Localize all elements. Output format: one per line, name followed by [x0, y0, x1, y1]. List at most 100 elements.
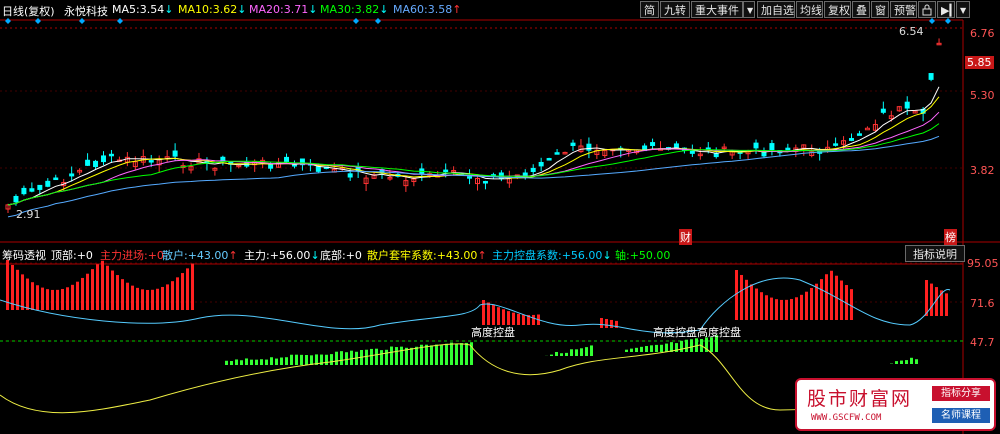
green-bar-1-565 — [565, 352, 568, 356]
candle-body-8 — [69, 173, 75, 177]
indicator-axis-b: 71.6 — [970, 297, 995, 310]
red-bar-0-131 — [131, 285, 134, 310]
finance-event-mark[interactable]: 财 — [679, 229, 692, 245]
red-bar-3-815 — [815, 283, 818, 320]
green-bar-0-270 — [270, 357, 273, 365]
candle-body-68 — [546, 158, 552, 161]
green-bar-1-590 — [590, 345, 593, 356]
red-bar-0-46 — [46, 289, 49, 310]
price-axis-top: 6.76 — [970, 27, 995, 40]
green-bar-0-280 — [280, 357, 283, 365]
candle-body-35 — [284, 156, 290, 162]
red-bar-0-21 — [21, 274, 24, 310]
green-bar-0-245 — [245, 358, 248, 365]
candle-body-69 — [554, 152, 560, 155]
red-bar-0-86 — [86, 273, 89, 310]
green-bar-0-365 — [365, 349, 368, 365]
green-bar-0-450 — [450, 342, 453, 365]
green-bar-0-260 — [260, 359, 263, 365]
red-bar-0-101 — [101, 260, 104, 310]
green-bar-0-455 — [455, 343, 458, 365]
field-bottom: 底部:+0 — [320, 249, 362, 262]
red-bar-0-116 — [116, 275, 119, 310]
annotation-high-control-1: 高度控盘 — [471, 326, 515, 339]
red-bar-0-141 — [141, 289, 144, 310]
green-bar-0-240 — [240, 360, 243, 365]
indicator-name[interactable]: 筹码透视 — [2, 247, 46, 263]
red-bar-0-96 — [96, 264, 99, 310]
red-bar-3-740 — [740, 274, 743, 320]
green-bar-0-325 — [325, 354, 328, 365]
green-bar-0-295 — [295, 354, 298, 365]
green-bar-0-435 — [435, 344, 438, 365]
candle-body-98 — [785, 147, 791, 151]
green-bar-2-650 — [650, 345, 653, 352]
red-bar-3-800 — [800, 294, 803, 320]
red-bar-0-171 — [171, 281, 174, 310]
watermark-tag-course: 名师课程 — [932, 408, 990, 423]
red-bar-3-825 — [825, 274, 828, 320]
annotation-high-control-2: 高度控盘高度控盘 — [653, 326, 741, 339]
candle-body-1 — [13, 195, 19, 203]
field-main-entry: 主力进场:+0 — [100, 249, 164, 262]
red-bar-0-106 — [106, 265, 109, 310]
green-bar-0-305 — [305, 354, 308, 365]
red-bar-4-925 — [925, 280, 928, 316]
red-bar-0-66 — [66, 287, 69, 310]
field-top: 顶部:+0 — [51, 249, 93, 262]
green-bar-2-630 — [630, 348, 633, 352]
green-bar-0-390 — [390, 346, 393, 365]
red-bar-0-146 — [146, 289, 149, 310]
green-bar-0-335 — [335, 351, 338, 365]
candle-body-89 — [713, 153, 719, 158]
red-bar-0-186 — [186, 268, 189, 310]
indicator-help-button[interactable]: 指标说明 — [905, 245, 965, 262]
green-bar-0-440 — [440, 344, 443, 365]
event-diamond-7 — [945, 18, 951, 24]
green-bar-1-560 — [560, 353, 563, 356]
green-bar-0-230 — [230, 361, 233, 365]
red-bar-0-176 — [176, 277, 179, 310]
red-bar-3-745 — [745, 279, 748, 320]
green-bar-2-655 — [655, 344, 658, 352]
green-bar-1-580 — [580, 348, 583, 356]
watermark-tag-share: 指标分享 — [932, 386, 990, 401]
green-bar-1-585 — [585, 347, 588, 356]
green-bar-1-550 — [550, 354, 553, 356]
green-bar-0-465 — [465, 342, 468, 365]
candle-body-21 — [172, 150, 178, 157]
green-bar-0-345 — [345, 352, 348, 365]
green-bar-0-290 — [290, 354, 293, 365]
red-bar-1-487 — [487, 302, 490, 325]
green-bar-0-370 — [370, 348, 373, 365]
watermark-url: WWW.GSCFW.COM — [811, 413, 882, 423]
field-main-control: 主力控盘系数:+56.00↓ — [492, 249, 612, 262]
green-bar-0-395 — [395, 347, 398, 365]
candle-body-6 — [53, 177, 59, 181]
candle-body-73 — [586, 143, 592, 151]
green-bar-0-400 — [400, 346, 403, 365]
red-bar-3-795 — [795, 297, 798, 320]
candle-body-71 — [570, 142, 576, 146]
billboard-event-mark[interactable]: 榜 — [944, 229, 957, 245]
green-bar-0-310 — [310, 355, 313, 365]
candle-body-5 — [45, 180, 51, 187]
red-bar-3-750 — [750, 284, 753, 320]
red-bar-0-36 — [36, 285, 39, 310]
green-bar-1-570 — [570, 349, 573, 356]
red-bar-0-56 — [56, 289, 59, 310]
red-bar-0-81 — [81, 277, 84, 310]
green-bar-3-900 — [900, 360, 903, 364]
red-bar-1-502 — [502, 309, 505, 325]
red-bar-3-810 — [810, 287, 813, 320]
candle-body-67 — [538, 161, 544, 167]
red-bar-1-492 — [492, 304, 495, 325]
green-bar-0-235 — [235, 359, 238, 365]
green-bar-0-415 — [415, 346, 418, 365]
candle-body-66 — [530, 167, 536, 173]
red-bar-0-181 — [181, 273, 184, 310]
green-bar-0-430 — [430, 345, 433, 365]
green-bar-0-285 — [285, 357, 288, 365]
red-bar-1-522 — [522, 314, 525, 325]
event-diamond-6 — [929, 18, 935, 24]
